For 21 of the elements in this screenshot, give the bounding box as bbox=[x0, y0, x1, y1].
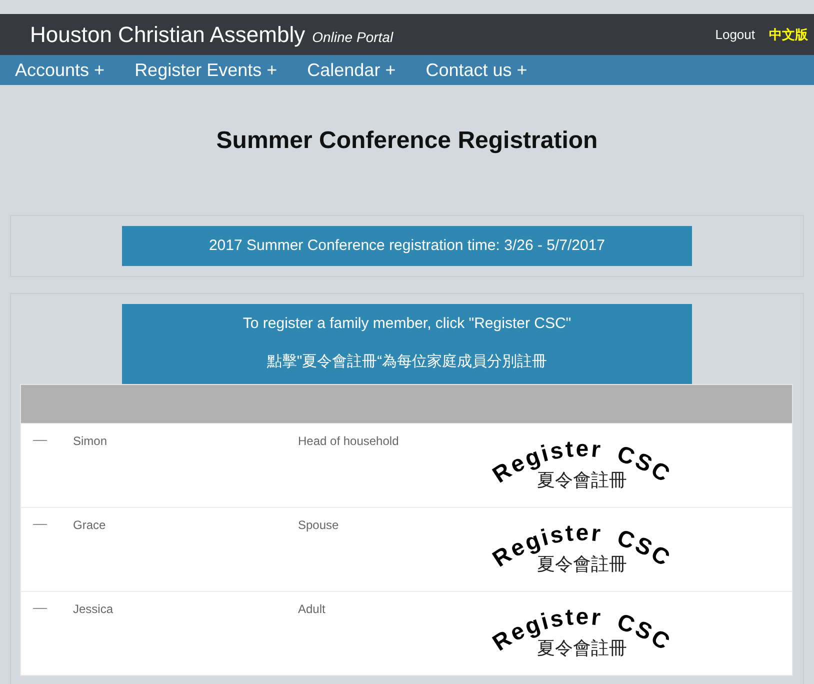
site-tagline: Online Portal bbox=[312, 28, 394, 44]
empty-marker: — bbox=[33, 514, 47, 531]
member-name: Grace bbox=[73, 517, 106, 532]
empty-marker: — bbox=[33, 598, 47, 615]
member-relation: Head of household bbox=[298, 433, 399, 448]
member-name: Simon bbox=[73, 433, 108, 448]
notice-banner: 2017 Summer Conference registration time: 3/26 - 5/7/2017 bbox=[122, 226, 692, 266]
nav-menu-link[interactable]: Calendar + bbox=[307, 60, 396, 80]
member-relation: Adult bbox=[298, 601, 326, 616]
language-link[interactable]: 中文版 bbox=[769, 26, 808, 44]
nav-menu-link[interactable]: Accounts + bbox=[15, 60, 105, 80]
page-title: Summer Conference Registration bbox=[215, 127, 599, 155]
instruction-text: 點擊"夏令會註冊“為每位家庭成員分別註冊 bbox=[266, 352, 548, 372]
site-title: Houston Christian Assembly bbox=[30, 22, 306, 48]
instruction-text: To register a family member, click "Register CSC" bbox=[242, 314, 572, 334]
nav-menu-link[interactable]: Register Events + bbox=[134, 60, 278, 80]
logout-link[interactable]: Logout bbox=[715, 27, 755, 42]
empty-marker: — bbox=[33, 430, 47, 447]
nav-menu-link[interactable]: Contact us + bbox=[426, 60, 528, 80]
member-name: Jessica bbox=[73, 601, 114, 616]
member-relation: Spouse bbox=[298, 517, 339, 532]
